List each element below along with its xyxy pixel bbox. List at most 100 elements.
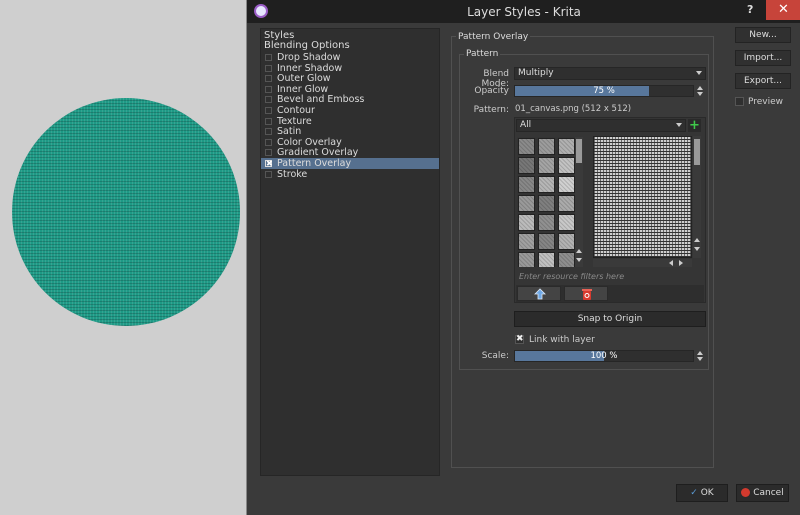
pattern-swatch[interactable] xyxy=(538,138,555,155)
import-resource-button[interactable] xyxy=(517,286,561,301)
style-item[interactable]: ✖ Pattern Overlay xyxy=(261,158,439,169)
help-button[interactable]: ? xyxy=(747,3,753,16)
preview-hscrollbar[interactable] xyxy=(593,259,692,267)
pattern-swatch[interactable] xyxy=(538,252,555,267)
delete-icon xyxy=(582,289,592,300)
style-item[interactable]: Color Overlay xyxy=(261,137,439,148)
style-enable-checkbox[interactable] xyxy=(265,64,272,72)
pattern-swatch[interactable] xyxy=(518,195,535,212)
scale-slider[interactable]: 100 % xyxy=(514,350,694,362)
cancel-button[interactable]: Cancel xyxy=(736,484,789,502)
pattern-swatch[interactable] xyxy=(538,176,555,193)
preview-vscrollbar[interactable] xyxy=(693,136,701,258)
style-item[interactable]: Gradient Overlay xyxy=(261,147,439,158)
pattern-swatch[interactable] xyxy=(518,176,535,193)
import-style-button[interactable]: Import... xyxy=(735,50,791,66)
scroll-up-icon[interactable] xyxy=(576,249,582,253)
tag-filter-select[interactable]: All xyxy=(516,119,686,132)
pattern-swatch[interactable] xyxy=(518,252,535,267)
style-item[interactable]: Contour xyxy=(261,105,439,116)
pattern-swatch[interactable] xyxy=(558,176,575,193)
pattern-swatch[interactable] xyxy=(518,214,535,231)
chevron-down-icon xyxy=(696,71,702,75)
pattern-swatch[interactable] xyxy=(558,138,575,155)
pattern-swatch[interactable] xyxy=(558,252,575,267)
style-enable-checkbox[interactable] xyxy=(265,96,272,104)
style-item-label: Gradient Overlay xyxy=(277,147,359,159)
teal-canvas-circle xyxy=(12,98,240,326)
style-enable-checkbox[interactable] xyxy=(265,107,272,114)
style-enable-checkbox[interactable] xyxy=(265,117,272,125)
snap-to-origin-button[interactable]: Snap to Origin xyxy=(514,311,706,327)
pattern-swatch[interactable] xyxy=(518,157,535,174)
opacity-slider[interactable]: 75 % xyxy=(514,85,694,97)
style-item-label: Inner Shadow xyxy=(277,62,343,74)
new-style-button[interactable]: New... xyxy=(735,27,791,43)
blending-options-item[interactable]: Blending Options xyxy=(264,40,350,51)
close-button[interactable]: ✕ xyxy=(766,0,800,20)
pattern-swatch[interactable] xyxy=(558,233,575,250)
style-item[interactable]: Inner Glow xyxy=(261,84,439,95)
link-with-layer-checkbox[interactable]: ✖ xyxy=(515,335,524,344)
canvas-area[interactable] xyxy=(0,0,246,515)
pattern-swatch[interactable] xyxy=(538,195,555,212)
blend-mode-select[interactable]: Multiply xyxy=(514,67,706,80)
style-item[interactable]: Satin xyxy=(261,126,439,137)
style-item-label: Texture xyxy=(277,115,312,127)
scroll-down-icon[interactable] xyxy=(694,247,700,251)
scale-spinner[interactable] xyxy=(696,350,704,362)
opacity-value: 75 % xyxy=(593,86,615,96)
pattern-swatch[interactable] xyxy=(538,233,555,250)
scroll-down-icon[interactable] xyxy=(576,258,582,262)
style-enable-checkbox[interactable] xyxy=(265,138,272,146)
style-item[interactable]: Inner Shadow xyxy=(261,63,439,74)
import-icon xyxy=(534,288,546,300)
title-bar[interactable]: Layer Styles - Krita ? ✕ xyxy=(247,0,800,23)
style-item[interactable]: Stroke xyxy=(261,169,439,180)
pattern-swatch[interactable] xyxy=(538,214,555,231)
style-enable-checkbox[interactable] xyxy=(265,149,272,157)
export-style-button[interactable]: Export... xyxy=(735,73,791,89)
pattern-name: 01_canvas.png (512 x 512) xyxy=(515,104,632,114)
style-item[interactable]: Outer Glow xyxy=(261,73,439,84)
style-item[interactable]: Texture xyxy=(261,116,439,127)
pattern-swatch[interactable] xyxy=(518,233,535,250)
style-item-label: Outer Glow xyxy=(277,73,331,85)
swatch-scrollbar[interactable] xyxy=(575,137,583,267)
pattern-swatch[interactable] xyxy=(558,195,575,212)
add-tag-icon[interactable]: + xyxy=(688,119,701,132)
style-item[interactable]: Bevel and Emboss xyxy=(261,94,439,105)
spin-up-icon[interactable] xyxy=(697,86,703,90)
pattern-swatch[interactable] xyxy=(558,157,575,174)
pattern-swatch[interactable] xyxy=(538,157,555,174)
style-enable-checkbox[interactable] xyxy=(265,128,272,136)
style-enable-checkbox[interactable] xyxy=(265,170,272,178)
preview-checkbox[interactable] xyxy=(735,97,744,106)
opacity-spinner[interactable] xyxy=(696,85,704,97)
spin-down-icon[interactable] xyxy=(697,92,703,96)
checkmark-icon: ✖ xyxy=(516,334,524,344)
spin-down-icon[interactable] xyxy=(697,357,703,361)
style-item[interactable]: Drop Shadow xyxy=(261,52,439,63)
scroll-left-icon[interactable] xyxy=(669,260,673,266)
pattern-preview xyxy=(593,136,692,258)
pattern-swatch[interactable] xyxy=(518,138,535,155)
styles-list[interactable]: Styles Blending Options Drop Shadow Inner… xyxy=(260,28,440,476)
style-enable-checkbox[interactable] xyxy=(265,54,272,61)
pattern-swatch-grid[interactable] xyxy=(517,137,575,267)
ok-button[interactable]: ✓ OK xyxy=(676,484,728,502)
window-title: Layer Styles - Krita xyxy=(467,5,581,19)
style-enable-checkbox[interactable] xyxy=(265,75,272,83)
style-item-label: Color Overlay xyxy=(277,136,342,148)
resource-filter-input[interactable]: Enter resource filters here xyxy=(516,272,704,284)
style-enable-checkbox[interactable]: ✖ xyxy=(265,160,273,168)
cancel-label: Cancel xyxy=(753,488,784,498)
scroll-up-icon[interactable] xyxy=(694,238,700,242)
pattern-swatch[interactable] xyxy=(558,214,575,231)
spin-up-icon[interactable] xyxy=(697,351,703,355)
scroll-right-icon[interactable] xyxy=(679,260,683,266)
style-enable-checkbox[interactable] xyxy=(265,85,272,93)
scroll-thumb[interactable] xyxy=(576,139,582,163)
scroll-thumb[interactable] xyxy=(694,139,700,165)
delete-resource-button[interactable] xyxy=(564,286,608,301)
